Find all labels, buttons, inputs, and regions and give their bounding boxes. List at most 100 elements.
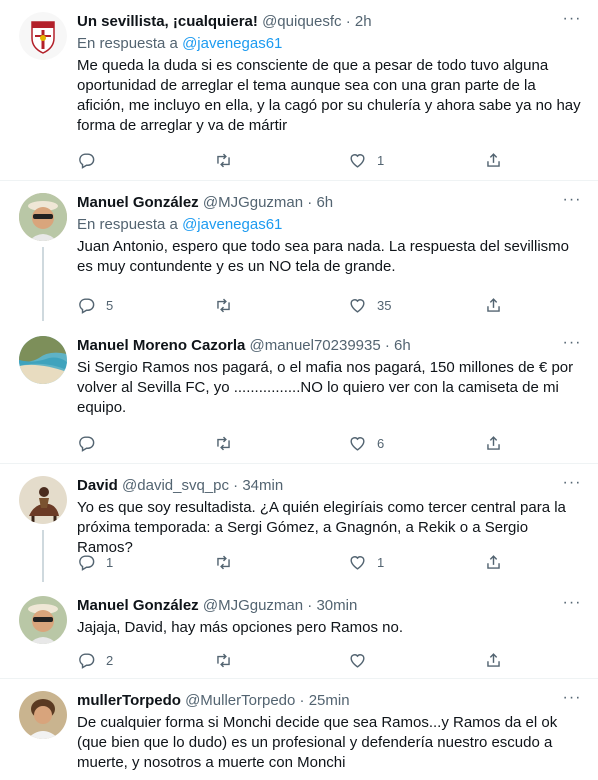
tweet-header: Manuel Moreno Cazorla @manuel70239935 · …	[77, 336, 582, 356]
like-button[interactable]: 1	[348, 150, 384, 170]
retweet-icon	[217, 436, 230, 450]
retweet-icon	[217, 653, 230, 667]
tweet-actions: 2	[77, 650, 517, 670]
beach-photo-icon	[19, 336, 67, 384]
tweet-header: Manuel González @MJGguzman · 6h	[77, 193, 582, 213]
rider-photo-icon	[19, 476, 67, 524]
share-button[interactable]	[484, 150, 503, 170]
reply-button[interactable]	[77, 150, 106, 170]
tweet-text: Yo es que soy resultadista. ¿A quién ele…	[77, 499, 571, 556]
share-button[interactable]	[484, 552, 503, 572]
like-button[interactable]: 1	[348, 552, 384, 572]
timestamp[interactable]: 6h	[394, 337, 411, 354]
timestamp[interactable]: 6h	[316, 194, 333, 211]
reply-context: En respuesta a @javenegas61	[77, 34, 582, 54]
retweet-icon	[217, 298, 230, 312]
tweet[interactable]: Manuel González @MJGguzman · 6h En respu…	[0, 181, 598, 321]
avatar[interactable]	[19, 691, 67, 739]
tweet-header: Manuel González @MJGguzman · 30min	[77, 596, 582, 616]
reply-button[interactable]	[77, 433, 106, 453]
heart-icon	[350, 153, 365, 168]
user-handle[interactable]: @manuel70239935	[250, 337, 381, 354]
separator-dot: ·	[299, 692, 305, 709]
heart-icon	[350, 298, 365, 313]
reply-prefix: En respuesta a	[77, 35, 178, 52]
tweet-text: Si Sergio Ramos nos pagará, o el mafia n…	[77, 359, 578, 416]
retweet-button[interactable]	[214, 650, 243, 670]
avatar[interactable]	[19, 12, 67, 60]
more-options-button[interactable]: ···	[560, 192, 584, 213]
tweet-actions: 5 35	[77, 295, 517, 315]
avatar[interactable]	[19, 476, 67, 524]
more-options-button[interactable]: ···	[560, 335, 584, 356]
reply-button[interactable]: 2	[77, 650, 113, 670]
mention-link[interactable]: @javenegas61	[182, 35, 282, 52]
like-button[interactable]: 6	[348, 433, 384, 453]
separator-dot: ·	[307, 597, 313, 614]
user-photo-icon	[19, 691, 67, 739]
retweet-icon	[217, 153, 230, 167]
avatar[interactable]	[19, 193, 67, 241]
heart-icon	[350, 653, 365, 668]
reply-icon	[79, 297, 95, 314]
tweet-header: Un sevillista, ¡cualquiera! @quiquesfc ·…	[77, 12, 582, 32]
tweet[interactable]: Un sevillista, ¡cualquiera! @quiquesfc ·…	[0, 0, 598, 181]
avatar[interactable]	[19, 336, 67, 384]
retweet-button[interactable]	[214, 150, 243, 170]
more-options-button[interactable]: ···	[560, 11, 584, 32]
timestamp[interactable]: 2h	[355, 13, 372, 30]
more-options-button[interactable]: ···	[560, 475, 584, 496]
reply-button[interactable]: 5	[77, 295, 113, 315]
user-handle[interactable]: @MJGguzman	[203, 597, 303, 614]
user-handle[interactable]: @david_svq_pc	[122, 477, 229, 494]
tweet-actions: 1	[77, 150, 517, 170]
retweet-button[interactable]	[214, 552, 243, 572]
tweet[interactable]: Manuel González @MJGguzman · 30min Jajaj…	[0, 582, 598, 679]
mention-link[interactable]: @javenegas61	[182, 216, 282, 233]
tweet-text: Juan Antonio, espero que todo sea para n…	[77, 238, 574, 275]
display-name[interactable]: Manuel González	[77, 597, 199, 614]
retweet-button[interactable]	[214, 295, 243, 315]
timestamp[interactable]: 25min	[309, 692, 350, 709]
retweet-button[interactable]	[214, 433, 243, 453]
display-name[interactable]: David	[77, 477, 118, 494]
share-button[interactable]	[484, 433, 503, 453]
reply-prefix: En respuesta a	[77, 216, 178, 233]
tweet[interactable]: David @david_svq_pc · 34min Yo es que so…	[0, 464, 598, 582]
separator-dot: ·	[233, 477, 239, 494]
tweet-text: Jajaja, David, hay más opciones pero Ram…	[77, 619, 404, 636]
share-button[interactable]	[484, 650, 503, 670]
reply-count: 2	[106, 652, 114, 668]
separator-dot: ·	[384, 337, 390, 354]
reply-icon	[79, 435, 95, 452]
display-name[interactable]: Manuel González	[77, 194, 199, 211]
thread-line	[42, 247, 44, 321]
like-count: 35	[377, 297, 392, 313]
display-name[interactable]: Manuel Moreno Cazorla	[77, 337, 245, 354]
timestamp[interactable]: 34min	[242, 477, 283, 494]
more-options-button[interactable]: ···	[560, 690, 584, 711]
tweet-header: David @david_svq_pc · 34min	[77, 476, 582, 496]
reply-icon	[79, 652, 95, 669]
display-name[interactable]: Un sevillista, ¡cualquiera!	[77, 13, 258, 30]
tweet-text: Me queda la duda si es consciente de que…	[77, 57, 585, 134]
heart-icon	[350, 555, 365, 570]
tweet-actions: 6	[77, 433, 517, 453]
like-button[interactable]: 35	[348, 295, 391, 315]
tweet[interactable]: mullerTorpedo @MullerTorpedo · 25min De …	[0, 679, 598, 780]
reply-context: En respuesta a @javenegas61	[77, 215, 582, 235]
like-button[interactable]	[348, 650, 377, 670]
display-name[interactable]: mullerTorpedo	[77, 692, 181, 709]
timestamp[interactable]: 30min	[316, 597, 357, 614]
share-icon	[487, 297, 500, 312]
tweet[interactable]: Manuel Moreno Cazorla @manuel70239935 · …	[0, 317, 598, 464]
share-button[interactable]	[484, 295, 503, 315]
avatar[interactable]	[19, 596, 67, 644]
user-handle[interactable]: @MullerTorpedo	[185, 692, 295, 709]
user-handle[interactable]: @quiquesfc	[262, 13, 341, 30]
separator-dot: ·	[307, 194, 313, 211]
more-options-button[interactable]: ···	[560, 595, 584, 616]
share-icon	[487, 435, 500, 450]
user-handle[interactable]: @MJGguzman	[203, 194, 303, 211]
reply-button[interactable]: 1	[77, 552, 113, 572]
